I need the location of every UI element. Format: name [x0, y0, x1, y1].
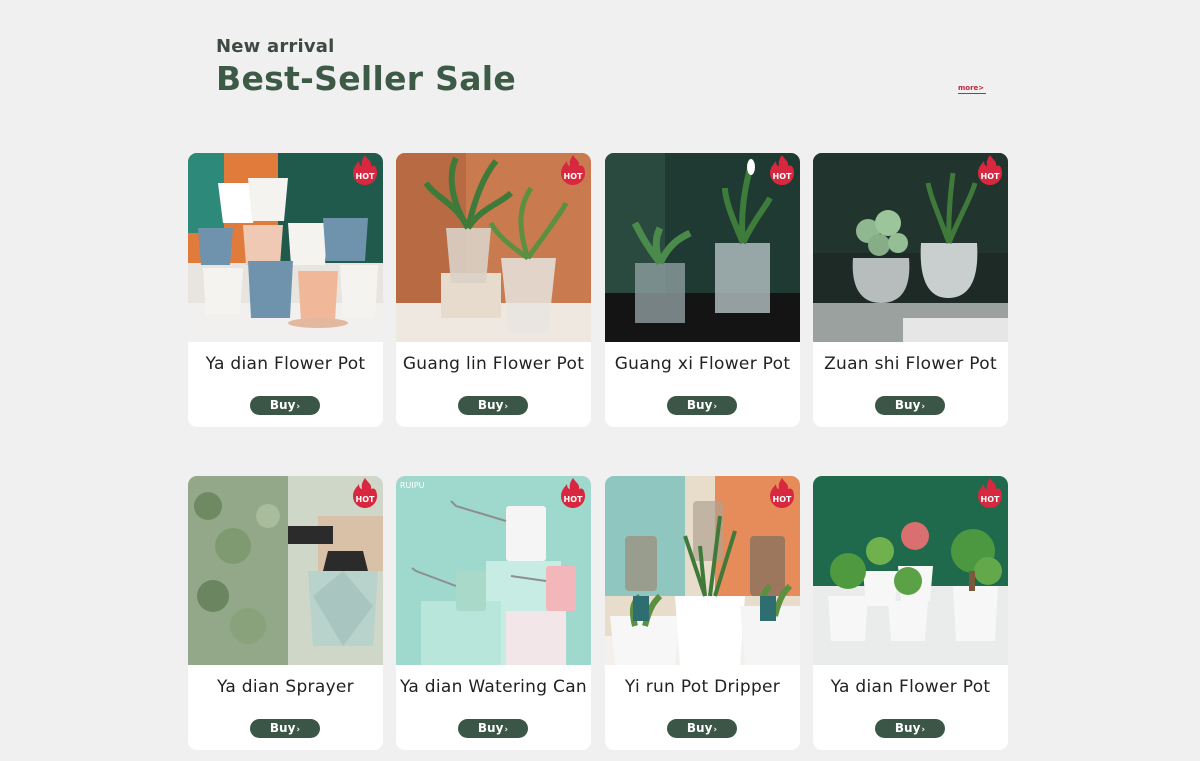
buy-button[interactable]: Buy› [458, 719, 528, 738]
buy-button[interactable]: Buy› [250, 396, 320, 415]
product-name[interactable]: Guang lin Flower Pot [396, 353, 591, 375]
buy-button-label: Buy [894, 398, 921, 412]
product-image[interactable]: HOT [813, 153, 1008, 342]
hot-badge: HOT [352, 154, 378, 186]
buy-button-label: Buy [686, 721, 713, 735]
buy-button-label: Buy [894, 721, 921, 735]
hot-badge: HOT [769, 154, 795, 186]
hot-badge-label: HOT [773, 172, 792, 181]
product-card[interactable]: HOT Guang xi Flower Pot Buy› [605, 153, 800, 427]
product-card[interactable]: HOT Ya dian Flower Pot Buy› [188, 153, 383, 427]
flame-icon: HOT [770, 155, 794, 185]
buy-button-label: Buy [686, 398, 713, 412]
product-card[interactable]: HOT Zuan shi Flower Pot Buy› [813, 153, 1008, 427]
product-card[interactable]: HOT Ya dian Flower Pot Buy› [813, 476, 1008, 750]
product-image[interactable]: HOT [188, 153, 383, 342]
buy-button-label: Buy [269, 398, 296, 412]
chevron-right-icon: › [713, 402, 718, 412]
more-link[interactable]: more> [958, 84, 986, 94]
chevron-right-icon: › [296, 725, 301, 735]
chevron-right-icon: › [921, 725, 926, 735]
flame-icon: HOT [353, 155, 377, 185]
hot-badge-label: HOT [981, 495, 1000, 504]
chevron-right-icon: › [921, 402, 926, 412]
flame-icon: HOT [978, 155, 1002, 185]
hot-badge-label: HOT [356, 495, 375, 504]
product-card[interactable]: RUIPU HOT Ya dian Watering Can Buy› [396, 476, 591, 750]
product-image[interactable]: RUIPU HOT [396, 476, 591, 665]
hot-badge: HOT [769, 477, 795, 509]
flame-icon: HOT [978, 478, 1002, 508]
product-name[interactable]: Zuan shi Flower Pot [813, 353, 1008, 375]
chevron-right-icon: › [713, 725, 718, 735]
hot-badge-label: HOT [564, 495, 583, 504]
product-card[interactable]: HOT Ya dian Sprayer Buy› [188, 476, 383, 750]
hot-badge: HOT [977, 477, 1003, 509]
product-image[interactable]: HOT [605, 153, 800, 342]
section-title: Best-Seller Sale [216, 59, 517, 98]
flame-icon: HOT [561, 155, 585, 185]
product-name[interactable]: Ya dian Watering Can [396, 676, 591, 698]
buy-button[interactable]: Buy› [458, 396, 528, 415]
product-image[interactable]: HOT [396, 153, 591, 342]
hot-badge: HOT [977, 154, 1003, 186]
buy-button[interactable]: Buy› [250, 719, 320, 738]
product-card[interactable]: HOT Guang lin Flower Pot Buy› [396, 153, 591, 427]
buy-button[interactable]: Buy› [667, 719, 737, 738]
product-image[interactable]: HOT [605, 476, 800, 665]
hot-badge-label: HOT [564, 172, 583, 181]
hot-badge-label: HOT [356, 172, 375, 181]
product-name[interactable]: Ya dian Sprayer [188, 676, 383, 698]
buy-button-label: Buy [477, 398, 504, 412]
buy-button[interactable]: Buy› [875, 719, 945, 738]
buy-button[interactable]: Buy› [875, 396, 945, 415]
chevron-right-icon: › [504, 725, 509, 735]
hot-badge: HOT [352, 477, 378, 509]
section-header: New arrival Best-Seller Sale [216, 36, 516, 99]
hot-badge: HOT [560, 154, 586, 186]
product-image[interactable]: HOT [813, 476, 1008, 665]
section-subtitle: New arrival [216, 36, 335, 57]
product-name[interactable]: Ya dian Flower Pot [813, 676, 1008, 698]
chevron-right-icon: › [296, 402, 301, 412]
flame-icon: HOT [353, 478, 377, 508]
product-name[interactable]: Guang xi Flower Pot [605, 353, 800, 375]
product-image[interactable]: HOT [188, 476, 383, 665]
hot-badge-label: HOT [981, 172, 1000, 181]
buy-button[interactable]: Buy› [667, 396, 737, 415]
brand-watermark: RUIPU [400, 481, 425, 490]
buy-button-label: Buy [269, 721, 296, 735]
buy-button-label: Buy [477, 721, 504, 735]
hot-badge-label: HOT [773, 495, 792, 504]
flame-icon: HOT [561, 478, 585, 508]
product-card[interactable]: HOT Yi run Pot Dripper Buy› [605, 476, 800, 750]
product-name[interactable]: Yi run Pot Dripper [605, 676, 800, 698]
hot-badge: HOT [560, 477, 586, 509]
chevron-right-icon: › [504, 402, 509, 412]
product-name[interactable]: Ya dian Flower Pot [188, 353, 383, 375]
flame-icon: HOT [770, 478, 794, 508]
